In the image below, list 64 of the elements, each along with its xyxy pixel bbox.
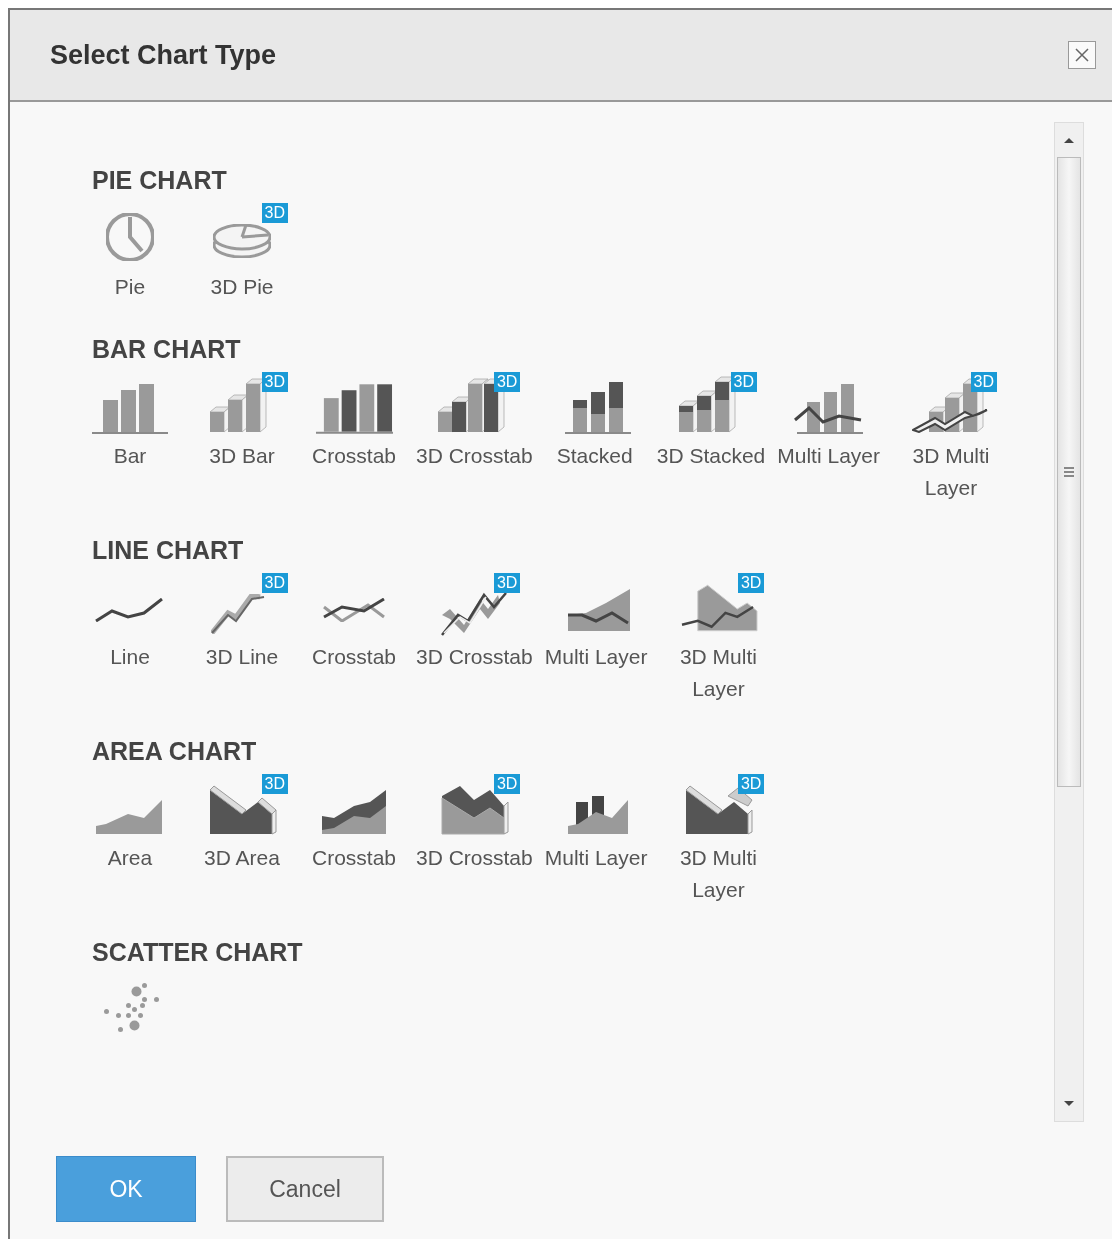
chart-type-option[interactable]: 3D 3D Crosstab: [410, 575, 539, 673]
chart-type-option[interactable]: Stacked: [538, 374, 651, 472]
area-chart-icon: [321, 789, 387, 835]
chart-type-option[interactable]: Line: [74, 575, 186, 673]
3d-badge: 3D: [493, 774, 521, 794]
chart-type-option[interactable]: Bar: [74, 374, 186, 472]
line-chart-icon: [95, 598, 163, 622]
scroll-up-icon: [1063, 136, 1075, 144]
section-heading: PIE CHART: [92, 166, 228, 195]
grip-icon: [1064, 466, 1074, 478]
3d-badge: 3D: [493, 573, 521, 593]
section-heading: AREA CHART: [92, 737, 258, 766]
bar-chart-icon: [209, 378, 267, 433]
scrollbar[interactable]: [1054, 122, 1084, 1122]
line-chart-icon: [441, 592, 508, 636]
chart-type-option[interactable]: Crosstab: [298, 575, 410, 673]
cancel-button[interactable]: Cancel: [226, 1156, 384, 1222]
3d-badge: 3D: [970, 372, 997, 392]
chart-type-option[interactable]: Crosstab: [298, 776, 410, 874]
dialog-title: Select Chart Type: [50, 39, 277, 71]
chart-type-option[interactable]: 3D 3D Multi Layer: [886, 374, 1016, 504]
chart-type-option[interactable]: Multi Layer: [538, 575, 654, 673]
chart-type-option[interactable]: 3D 3D Crosstab: [410, 374, 539, 472]
line-chart-icon: [211, 594, 265, 634]
3d-badge: 3D: [737, 573, 765, 593]
3d-badge: 3D: [261, 774, 288, 794]
chart-type-option[interactable]: 3D 3D Multi Layer: [653, 776, 784, 906]
bar-chart-icon: [315, 383, 394, 434]
chart-type-option[interactable]: Area: [74, 776, 186, 874]
close-icon: [1074, 47, 1090, 63]
area-bar-chart-icon: [567, 795, 630, 835]
chart-type-option[interactable]: 3D 3D Line: [186, 575, 298, 673]
section-heading: LINE CHART: [92, 536, 245, 565]
3d-badge: 3D: [261, 372, 288, 392]
section-heading: SCATTER CHART: [92, 938, 304, 967]
3d-badge: 3D: [261, 203, 288, 223]
chart-type-option[interactable]: Pie: [74, 205, 186, 303]
chart-type-option[interactable]: Multi Layer: [771, 374, 886, 472]
close-button[interactable]: [1068, 41, 1096, 69]
chart-type-option[interactable]: 3D 3D Bar: [186, 374, 298, 472]
area-chart-icon: [95, 799, 163, 835]
line-chart-icon: [323, 598, 385, 622]
scroll-down-icon: [1063, 1100, 1075, 1108]
chart-type-option[interactable]: Crosstab: [298, 374, 410, 472]
chart-type-option[interactable]: 3D 3D Stacked: [650, 374, 772, 472]
section-heading: BAR CHART: [92, 335, 242, 364]
scrollbar-thumb[interactable]: [1057, 157, 1081, 787]
pie-chart-icon: [106, 213, 154, 261]
3d-badge: 3D: [737, 774, 765, 794]
stacked-bar-icon: [678, 376, 736, 433]
chart-type-option[interactable]: 3D 3D Area: [186, 776, 298, 874]
chart-type-option[interactable]: 3D 3D Pie: [186, 205, 298, 303]
line-area-chart-icon: [567, 588, 632, 632]
3d-badge: 3D: [261, 573, 288, 593]
scatter-chart-icon: [102, 981, 160, 1033]
pie-chart-icon: [213, 224, 271, 258]
3d-badge: 3D: [730, 372, 757, 392]
chart-type-option[interactable]: 3D 3D Crosstab: [410, 776, 539, 874]
3d-badge: 3D: [493, 372, 521, 392]
stacked-bar-icon: [563, 381, 632, 434]
bar-chart-icon: [91, 383, 169, 434]
chart-type-option[interactable]: 3D 3D Multi Layer: [653, 575, 784, 705]
bar-line-chart-icon: [793, 383, 864, 434]
chart-type-option[interactable]: Multi Layer: [538, 776, 654, 874]
